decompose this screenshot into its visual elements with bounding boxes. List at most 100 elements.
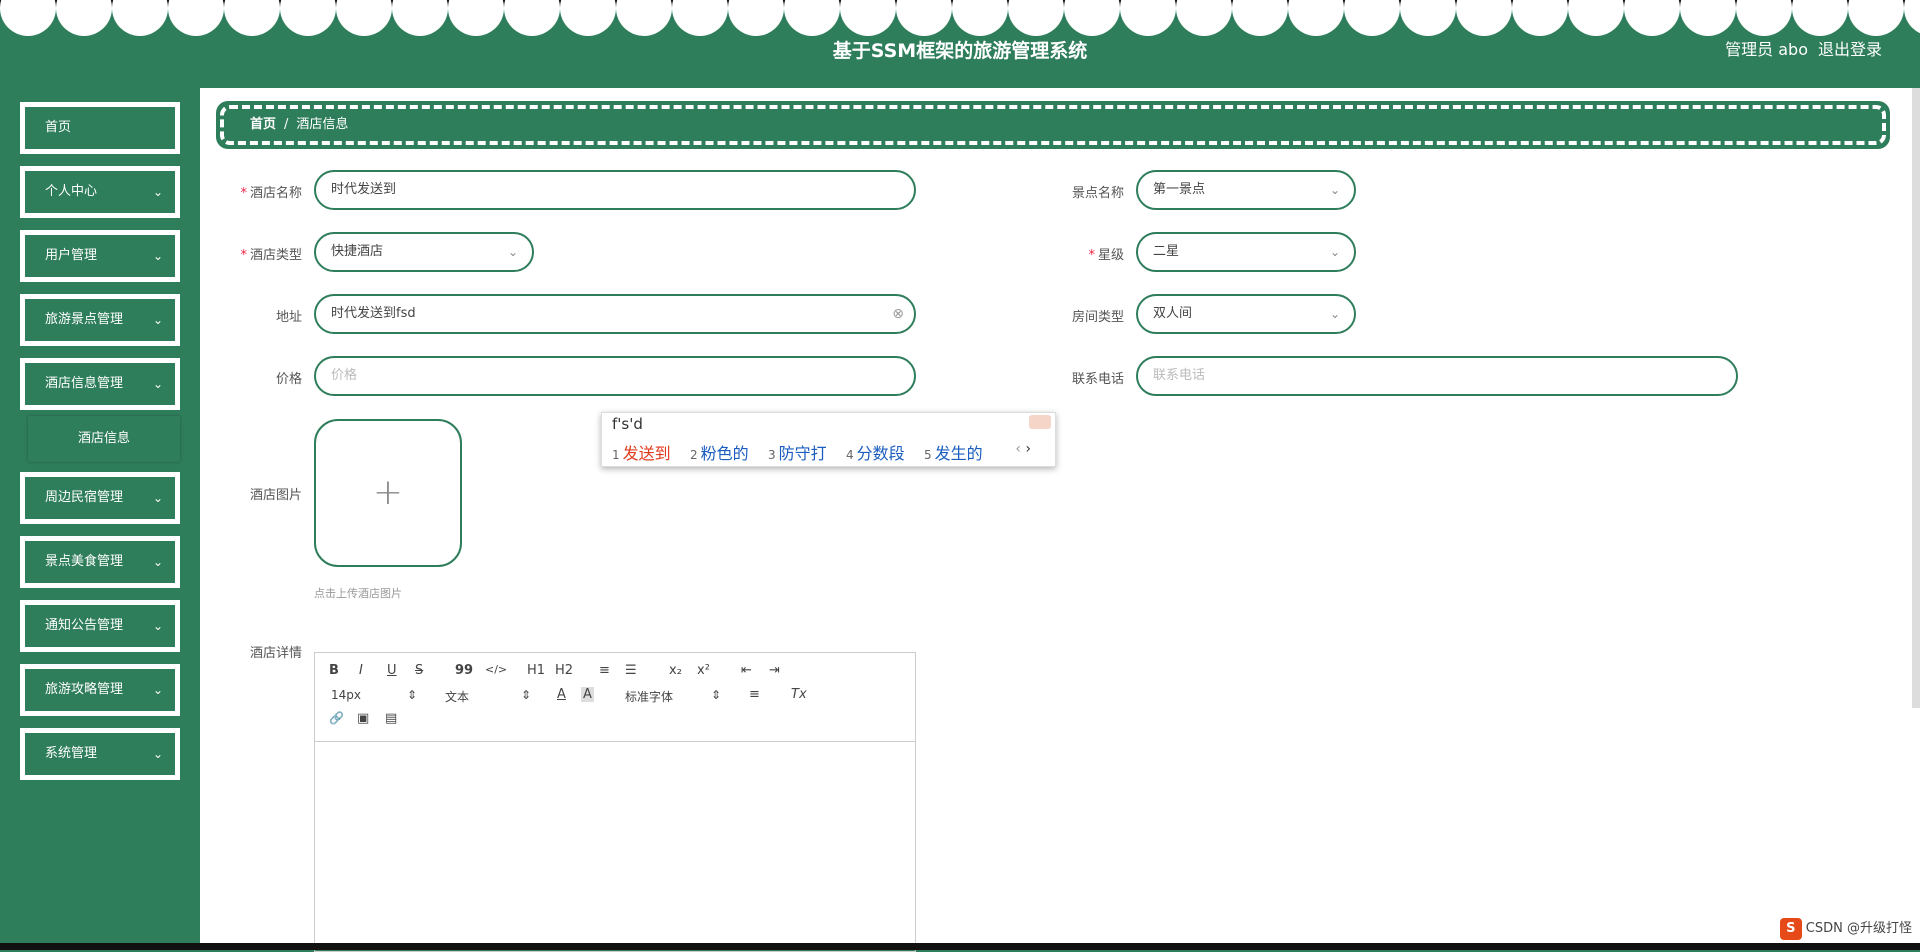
scenic-name-select[interactable]: 第一景点 ⌄	[1136, 170, 1356, 210]
sidebar-item-profile[interactable]: 个人中心 ⌄	[20, 166, 180, 218]
scallop-shape	[504, 0, 560, 36]
sidebar-item-homestay[interactable]: 周边民宿管理 ⌄	[20, 472, 180, 524]
scallop-shape	[1400, 0, 1456, 36]
align-button[interactable]: ≡	[749, 687, 760, 702]
breadcrumb-separator: /	[284, 117, 289, 132]
watermark: S CSDN @升级打怪	[1775, 915, 1916, 942]
chevron-down-icon: ⌄	[1329, 183, 1340, 197]
sidebar-item-label: 景点美食管理	[45, 554, 124, 569]
indent-button[interactable]: ⇥	[769, 663, 780, 678]
sidebar-item-hotel[interactable]: 酒店信息管理 ⌄	[20, 358, 180, 410]
chevron-down-icon: ⌄	[152, 377, 163, 391]
required-mark: *	[240, 248, 247, 263]
price-input[interactable]: 价格	[314, 356, 916, 396]
sidebar-subitem-hotel-info[interactable]: 酒店信息	[28, 416, 180, 462]
clear-format-button[interactable]: Tx	[791, 687, 807, 702]
ime-candidate-3[interactable]: 3 防守打	[768, 440, 827, 464]
clear-icon[interactable]: ⊗	[892, 296, 904, 332]
scallop-shape	[728, 0, 784, 36]
background-color-button[interactable]: A	[581, 687, 594, 702]
ime-page-nav[interactable]: ‹ ›	[1015, 441, 1031, 457]
logout-link[interactable]: 退出登录	[1818, 36, 1882, 60]
scallop-shape	[56, 0, 112, 36]
chevron-down-icon: ⌄	[152, 747, 163, 761]
upload-tip: 点击上传酒店图片	[314, 587, 402, 600]
scallop-shape	[616, 0, 672, 36]
scallop-shape	[392, 0, 448, 36]
address-label: 地址	[275, 310, 302, 325]
editor-content-area[interactable]	[315, 742, 915, 952]
chevron-down-icon: ⌄	[1329, 307, 1340, 321]
main-content: 首页 / 酒店信息 * 酒店名称 时代发送到 景点名称 第一景点 ⌄ * 酒店类型 快捷酒…	[200, 88, 1920, 952]
hotel-type-value: 快捷酒店	[331, 244, 384, 259]
font-family-select[interactable]: 标准字体	[625, 688, 673, 705]
link-icon[interactable]: 🔗	[329, 711, 344, 725]
font-size-select[interactable]: 14px	[331, 688, 361, 702]
scallop-shape	[1344, 0, 1400, 36]
ime-candidate-4[interactable]: 4 分数段	[846, 440, 905, 464]
page-scrollbar[interactable]	[1912, 88, 1920, 708]
scallop-shape	[1288, 0, 1344, 36]
strike-button[interactable]: S	[415, 663, 423, 678]
outdent-button[interactable]: ⇤	[741, 663, 752, 678]
bold-button[interactable]: B	[329, 663, 339, 678]
bullet-list-button[interactable]: ☰	[625, 663, 637, 678]
superscript-button[interactable]: x²	[697, 663, 710, 678]
ime-candidate-2[interactable]: 2 粉色的	[690, 440, 749, 464]
ime-candidate-5[interactable]: 5 发生的	[924, 440, 983, 464]
code-block-button[interactable]: </>	[485, 663, 507, 676]
chevron-updown-icon: ⇕	[711, 688, 722, 702]
subscript-button[interactable]: x₂	[669, 663, 682, 678]
chevron-down-icon: ⌄	[152, 683, 163, 697]
sidebar-item-label: 首页	[45, 120, 72, 135]
ime-next-icon[interactable]: ›	[1025, 441, 1031, 457]
address-input[interactable]: 时代发送到fsd ⊗	[314, 294, 916, 334]
required-mark: *	[240, 186, 247, 201]
h1-button[interactable]: H1	[527, 663, 545, 678]
chevron-down-icon: ⌄	[507, 245, 518, 259]
required-mark: *	[1088, 248, 1095, 263]
sidebar-item-users[interactable]: 用户管理 ⌄	[20, 230, 180, 282]
sidebar-item-scenic[interactable]: 旅游景点管理 ⌄	[20, 294, 180, 346]
video-icon[interactable]: ▤	[385, 711, 397, 726]
font-color-button[interactable]: A	[557, 687, 566, 702]
sidebar-item-system[interactable]: 系统管理 ⌄	[20, 728, 180, 780]
sidebar-item-home[interactable]: 首页	[20, 102, 180, 154]
breadcrumb-home[interactable]: 首页	[250, 117, 276, 132]
block-format-select[interactable]: 文本	[445, 688, 469, 705]
scallop-shape	[1176, 0, 1232, 36]
scallop-shape	[168, 0, 224, 36]
image-upload-button[interactable]: +	[314, 419, 462, 567]
chevron-down-icon: ⌄	[152, 313, 163, 327]
scallop-shape	[840, 0, 896, 36]
sidebar-item-notice[interactable]: 通知公告管理 ⌄	[20, 600, 180, 652]
hotel-name-input[interactable]: 时代发送到	[314, 170, 916, 210]
hotel-type-select[interactable]: 快捷酒店 ⌄	[314, 232, 534, 272]
star-select[interactable]: 二星 ⌄	[1136, 232, 1356, 272]
italic-button[interactable]: I	[359, 663, 363, 678]
ime-prev-icon[interactable]: ‹	[1015, 441, 1021, 457]
app-title: 基于SSM框架的旅游管理系统	[832, 40, 1088, 62]
scallop-shape	[1680, 0, 1736, 36]
blockquote-button[interactable]: 99	[455, 663, 473, 678]
scallop-shape	[0, 0, 56, 36]
price-label: 价格	[275, 372, 302, 387]
image-label: 酒店图片	[249, 488, 302, 503]
sidebar-item-label: 旅游攻略管理	[45, 682, 124, 697]
ime-candidate-1[interactable]: 1 发送到	[612, 440, 671, 464]
ordered-list-button[interactable]: ≡	[599, 663, 610, 678]
scallop-shape	[1232, 0, 1288, 36]
chevron-down-icon: ⌄	[1329, 245, 1340, 259]
image-icon[interactable]: ▣	[357, 711, 369, 726]
room-type-select[interactable]: 双人间 ⌄	[1136, 294, 1356, 334]
h2-button[interactable]: H2	[555, 663, 573, 678]
phone-input[interactable]: 联系电话	[1136, 356, 1738, 396]
sidebar-item-food[interactable]: 景点美食管理 ⌄	[20, 536, 180, 588]
sidebar-item-label: 用户管理	[45, 248, 98, 263]
breadcrumb: 首页 / 酒店信息	[216, 101, 1890, 149]
sidebar-item-guide[interactable]: 旅游攻略管理 ⌄	[20, 664, 180, 716]
scallop-shape	[1008, 0, 1064, 36]
chevron-down-icon: ⌄	[152, 619, 163, 633]
underline-button[interactable]: U	[387, 663, 397, 678]
scallop-shape	[448, 0, 504, 36]
